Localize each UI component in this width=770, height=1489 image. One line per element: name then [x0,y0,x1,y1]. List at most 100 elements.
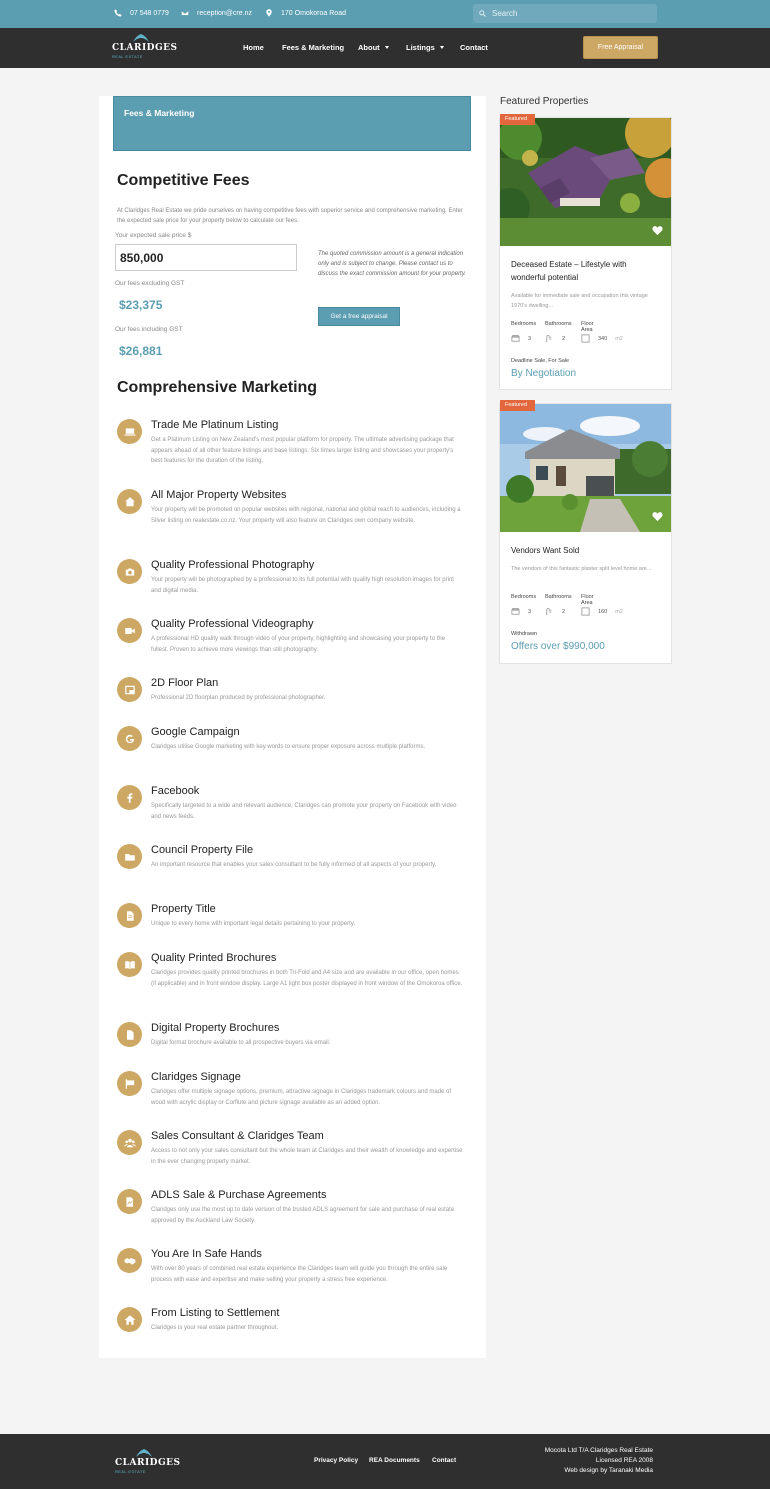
phone-number: 07 548 0779 [130,9,169,17]
fees-intro: At Claridges Real Estate we pride oursel… [117,208,463,224]
property-title[interactable]: Vendors Want Sold [511,544,661,557]
feature-title: Property Title [151,903,216,915]
address-text: 170 Omokoroa Road [281,9,346,17]
bed-icon [511,607,520,615]
nav-fees-marketing[interactable]: Fees & Marketing [282,43,344,52]
get-appraisal-button[interactable]: Get a free appraisal [318,307,400,326]
property-card[interactable]: Featured Deceased Estate – Lifestyle wit… [499,114,672,390]
house-search-icon [117,489,142,514]
feature-description: With over 80 years of combined real esta… [151,1266,448,1283]
feature-description: Digital format brochure available to all… [151,1040,331,1046]
bathrooms-value: 2 [562,335,566,342]
footer-legal: Mocota Ltd T/A Claridges Real Estate Lic… [545,1446,653,1476]
bathrooms-value-group: 2 [545,334,565,343]
property-price: Offers over $990,000 [511,641,605,652]
feature-description: Claridges provides quality printed broch… [151,970,463,987]
feature-title: Digital Property Brochures [151,1022,280,1034]
camera-icon [117,559,142,584]
file-icon [117,1022,142,1047]
feature-title: Google Campaign [151,726,240,738]
nav-home-label: Home [243,43,264,52]
floor-area-unit: m2 [615,608,623,615]
address-contact: 170 Omokoroa Road [265,9,346,17]
bathrooms-value: 2 [562,608,566,615]
footer-company: Mocota Ltd T/A Claridges Real Estate [544,1447,653,1454]
document-icon [117,903,142,928]
bathrooms-label: Bathrooms [545,594,572,600]
page-banner: Fees & Marketing [113,96,471,151]
email-contact[interactable]: reception@cre.nz [181,9,252,17]
floor-area-value: 340 [598,335,608,342]
feature-description: Your property will be promoted on popula… [151,507,461,524]
map-pin-icon [266,9,272,17]
feature-description: Specifically targeted to a wide and rele… [151,803,457,820]
fees-incl-label: Our fees including GST [115,326,183,333]
fees-excl-value: $23,375 [119,298,163,312]
feature-description: Your property will be photographed by a … [151,577,454,594]
claridges-logo[interactable]: CLARIDGES REAL ESTATE [112,34,177,62]
marketing-heading: Comprehensive Marketing [117,379,318,396]
property-photo[interactable] [500,404,671,532]
search-icon[interactable] [479,10,486,17]
footer-privacy-link[interactable]: Privacy Policy [314,1457,358,1464]
sale-price-input[interactable] [115,244,297,271]
footer-rea-documents-link[interactable]: REA Documents [369,1457,420,1464]
heart-icon[interactable] [652,225,663,236]
feature-description: An important resource that enables your … [151,862,437,868]
footer-credit[interactable]: Web design by Taranaki Media [545,1466,653,1476]
feature-title: From Listing to Settlement [151,1307,280,1319]
page-title: Fees & Marketing [124,108,195,118]
bedrooms-label: Bedrooms [511,321,537,327]
commission-note: The quoted commission amount is a genera… [318,251,466,277]
property-description: The vendors of this fantastic plaster sp… [511,566,652,572]
bedrooms-value-group: 3 [511,607,531,616]
video-camera-icon [117,618,142,643]
main-navigation: CLARIDGES REAL ESTATE Home Fees & Market… [0,28,770,68]
nav-contact-label: Contact [460,43,488,52]
nav-listings[interactable]: Listings [406,43,444,52]
footer-contact-link[interactable]: Contact [432,1457,456,1464]
property-title[interactable]: Deceased Estate – Lifestyle with wonderf… [511,258,661,284]
free-appraisal-button[interactable]: Free Appraisal [583,36,658,59]
floor-area-value-group: 340 m2 [581,334,623,343]
nav-about[interactable]: About [358,43,389,52]
floor-area-label: Floor Area [581,594,594,606]
main-content: Fees & Marketing Competitive Fees At Cla… [99,96,486,1358]
sale-type: Withdrawn [511,631,537,637]
floor-area-icon [581,607,590,616]
team-icon [117,1130,142,1155]
feature-description: Professional 2D floorplan produced by pr… [151,695,326,701]
search-input[interactable] [492,9,642,18]
nav-contact[interactable]: Contact [460,43,488,52]
floor-area-value-group: 160 m2 [581,607,623,616]
feature-title: Quality Professional Videography [151,618,314,630]
bedrooms-label: Bedrooms [511,594,537,600]
feature-title: Facebook [151,785,200,797]
property-photo[interactable] [500,118,671,246]
footer-logo[interactable]: CLARIDGES REAL ESTATE [115,1449,180,1477]
logo-mark-icon [133,34,149,42]
book-icon [117,952,142,977]
folder-icon [117,844,142,869]
feature-title: Quality Printed Brochures [151,952,277,964]
property-card[interactable]: Featured Vendors Want Sold The vendors o… [499,400,672,664]
nav-home[interactable]: Home [243,43,264,52]
feature-description: Claridges utilise Google marketing with … [151,744,426,750]
feature-title: ADLS Sale & Purchase Agreements [151,1189,327,1201]
heart-icon[interactable] [652,511,663,522]
featured-properties-heading: Featured Properties [500,96,589,107]
footer-logo-subtext: REAL ESTATE [115,1469,146,1474]
floor-area-icon [581,334,590,343]
bedrooms-value-group: 3 [511,334,531,343]
property-photo-image [500,118,671,246]
floor-area-label: Floor Area [581,321,594,333]
phone-contact[interactable]: 07 548 0779 [114,9,169,17]
bathrooms-value-group: 2 [545,607,565,616]
envelope-icon [181,10,189,16]
email-address: reception@cre.nz [197,9,252,17]
feature-title: All Major Property Websites [151,489,287,501]
feature-title: 2D Floor Plan [151,677,219,689]
shower-icon [546,608,552,616]
bedrooms-value: 3 [528,335,532,342]
featured-badge: Featured [500,114,536,125]
